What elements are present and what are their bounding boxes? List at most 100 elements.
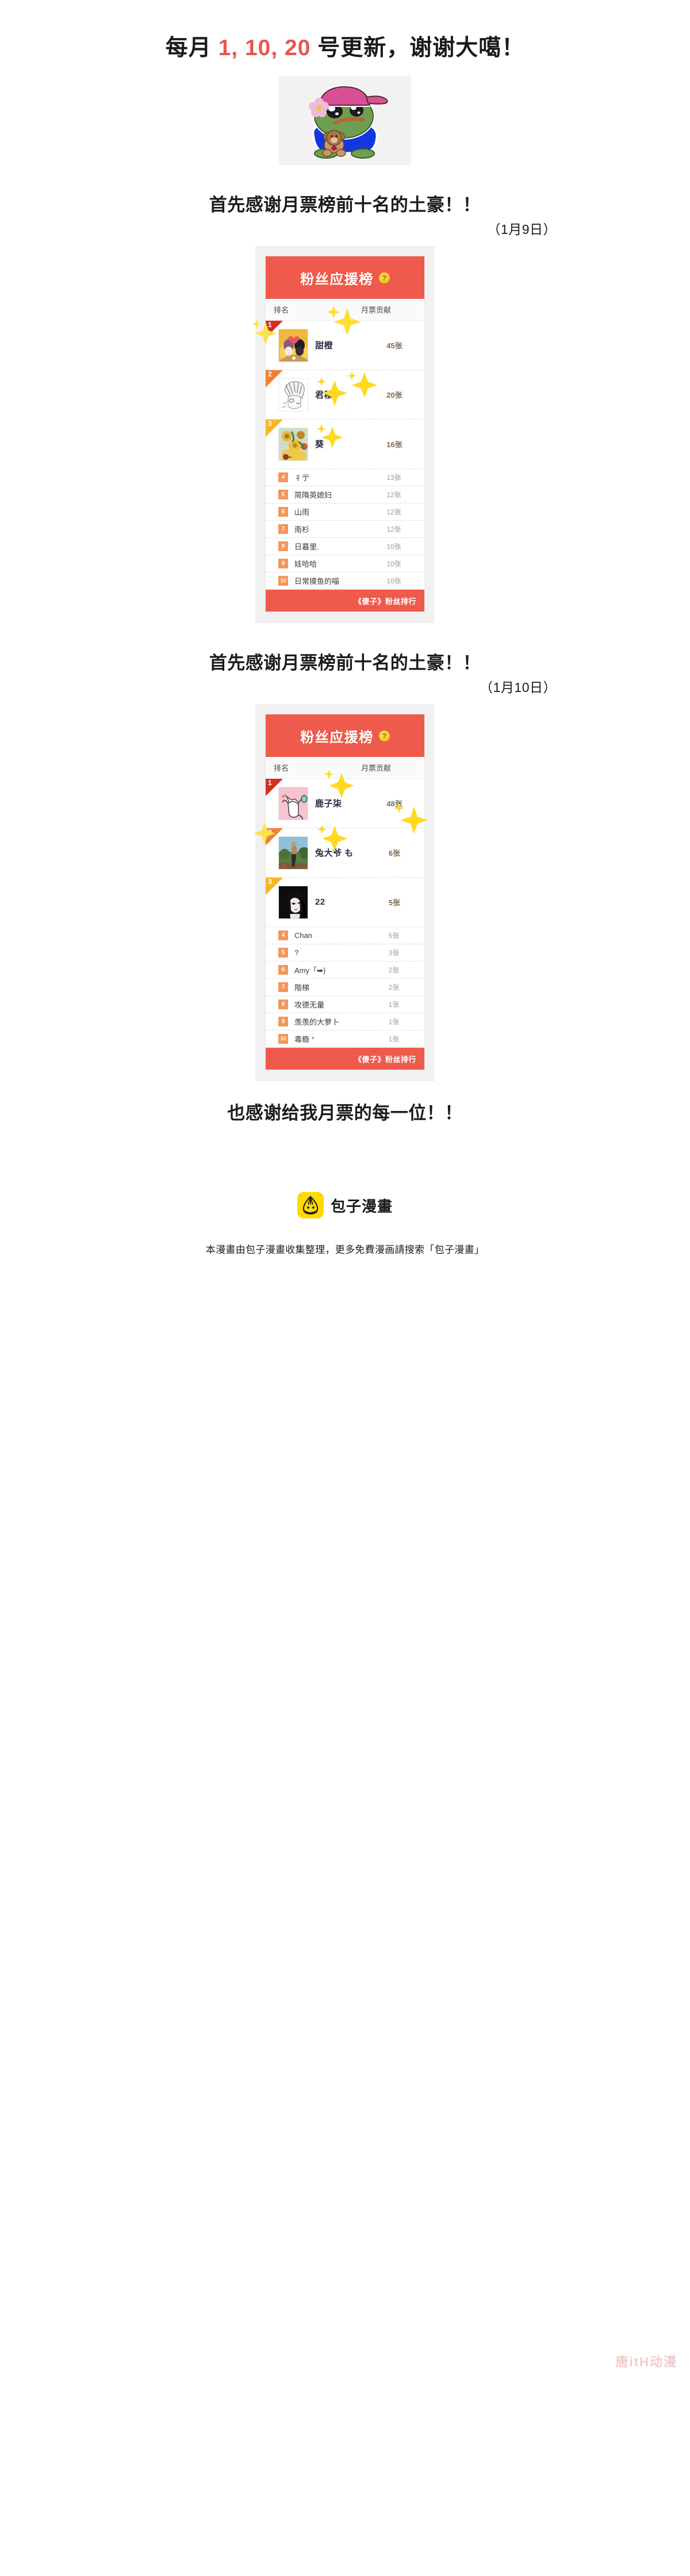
user-name: 南杉 (294, 525, 310, 534)
legal-notice-text: 本漫畫由包子漫畫收集整理，更多免費漫画請搜索「包子漫畫」 (205, 1244, 485, 1255)
user-name: Chan (294, 931, 313, 940)
pepe-frog-icon (309, 84, 388, 159)
closing-thanks-text: 也感谢给我月票的每一位！！ (227, 1103, 463, 1123)
column-votes-label: 月票贡献 (361, 764, 392, 772)
table-row[interactable]: 3 22 5张 (266, 878, 424, 927)
vote-count: 1张 (388, 1018, 400, 1026)
list-item[interactable]: 9 羡羡的大萝卜 1张 (266, 1013, 424, 1031)
frog-sticker-image (279, 76, 411, 165)
user-name: 甜橙 (315, 341, 334, 351)
list-item[interactable]: 7 階梯 2张 (266, 979, 424, 996)
list-item[interactable]: 7 南杉 12张 (266, 521, 424, 538)
list-item[interactable]: 8 日暮里. 10张 (266, 538, 424, 555)
user-name: 日暮里. (294, 543, 319, 551)
list-item[interactable]: 4 Chan 5张 (266, 927, 424, 944)
card-title-1: 粉丝应援榜 (300, 271, 374, 287)
table-row[interactable]: 2 兔大爷 も 6张 (266, 828, 424, 878)
list-item[interactable]: 6 山雨 12张 (266, 503, 424, 521)
brand-logo-row: 包子漫畫 (297, 1192, 393, 1218)
rank-badge: 4 (278, 472, 288, 482)
card-footer-2: 《傻子》粉丝排行 (266, 1048, 424, 1070)
user-name: 娃哈哈 (294, 560, 317, 568)
fan-ranking-card-1: 粉丝应援榜 ? 排名 月票贡献 1 甜橙 45张 2 君穆. 20张 3 葵 1… (252, 246, 435, 623)
card-footer-1: 《傻子》粉丝排行 (266, 590, 424, 612)
list-item[interactable]: 9 娃哈哈 10张 (266, 555, 424, 572)
section-heading-2: 首先感谢月票榜前十名的土豪！！ （1月10日） (132, 648, 558, 696)
vote-count: 3张 (388, 949, 400, 957)
card-title-2: 粉丝应援榜 (300, 729, 374, 745)
rank-number: 1 (268, 321, 272, 329)
watermark-text: 唐itH动漫 (615, 2355, 677, 2369)
vote-count: 5张 (388, 932, 400, 940)
ranking-card-body-2: 粉丝应援榜 ? 排名 月票贡献 1 鹿子柒 48张 2 兔大爷 も 6张 3 2… (266, 714, 424, 1070)
section-heading-1-line1: 首先感谢月票榜前十名的土豪！！ (209, 195, 481, 215)
user-name: Amy「➡) (294, 966, 326, 975)
vote-count: 1张 (388, 1035, 400, 1043)
list-item[interactable]: 10 日常摸鱼的喵 10张 (266, 572, 424, 590)
list-item[interactable]: 10 毒瘾 ° 1张 (266, 1031, 424, 1048)
brand-name-label: 包子漫畫 (330, 1197, 393, 1215)
sunflowers-painting-icon (279, 428, 308, 460)
rank-badge: 6 (278, 965, 288, 975)
rank-number: 2 (268, 828, 272, 836)
rank-number: 2 (268, 370, 272, 378)
column-header-2: 排名 月票贡献 (266, 757, 424, 779)
table-row[interactable]: 3 葵 16张 (266, 420, 424, 469)
rank-badge: 9 (278, 559, 288, 568)
headline-days: 1, 10, 20 (218, 36, 311, 60)
rank-badge: 8 (278, 541, 288, 551)
help-icon[interactable]: ? (378, 272, 390, 283)
vote-count: 10张 (386, 560, 401, 568)
vote-count: 12张 (386, 508, 401, 516)
section-heading-2-line1: 首先感谢月票榜前十名的土豪！！ (209, 653, 481, 673)
vote-count: 5张 (388, 898, 401, 907)
headline-prefix: 每月 (165, 36, 218, 60)
card-footer-label: 《傻子》粉丝排行 (354, 597, 416, 606)
user-name: 階梯 (294, 983, 310, 992)
user-name: 日常摸鱼的喵 (294, 577, 340, 586)
list-item[interactable]: 5 ? 3张 (266, 944, 424, 962)
rank-number: 1 (268, 779, 272, 787)
column-header-1: 排名 月票贡献 (266, 299, 424, 321)
user-name: 君穆. (315, 390, 336, 400)
rank-badge: 10 (278, 576, 288, 586)
user-name: ? (294, 948, 299, 957)
white-cat-pink-bg-icon (279, 787, 308, 820)
user-name: 简隋英媳妇 (294, 491, 332, 499)
rank-badge: 5 (278, 948, 288, 958)
rank-badge: 5 (278, 490, 288, 499)
fan-ranking-card-2: 粉丝应援榜 ? 排名 月票贡献 1 鹿子柒 48张 2 兔大爷 も 6张 3 2… (254, 704, 435, 1081)
table-row[interactable]: 2 君穆. 20张 (266, 370, 424, 420)
help-icon[interactable]: ? (378, 730, 390, 741)
section-heading-2-date: （1月10日） (480, 680, 557, 695)
user-name: 葵 (315, 440, 324, 449)
update-schedule-headline: 每月 1, 10, 20 号更新，谢谢大噶！ (166, 30, 524, 62)
column-rank-label: 排名 (274, 764, 289, 772)
list-item[interactable]: 5 简隋英媳妇 12张 (266, 486, 424, 503)
rank-badge: 10 (278, 1034, 288, 1044)
vote-count: 10张 (386, 543, 401, 551)
vote-count: 2张 (388, 983, 400, 991)
card-header-1: 粉丝应援榜 ? (266, 256, 424, 299)
vote-count: 10张 (386, 577, 401, 585)
section-heading-1: 首先感谢月票榜前十名的土豪！！ （1月9日） (132, 190, 558, 238)
person-garden-photo-icon (279, 836, 308, 869)
user-name: 山雨 (294, 508, 310, 517)
vote-count: 16张 (386, 440, 402, 449)
list-item[interactable]: 4 彳亍 13张 (266, 469, 424, 486)
rank-badge: 7 (278, 982, 288, 992)
couple-hearts-gold-icon (279, 329, 308, 362)
list-item[interactable]: 6 Amy「➡) 2张 (266, 962, 424, 979)
vote-count: 6张 (388, 849, 401, 858)
comic-page: 每月 1, 10, 20 号更新，谢谢大噶！ 首先感谢月票榜前十名的土豪！！ （… (0, 0, 690, 2576)
user-name: 攻德无量 (294, 1001, 325, 1009)
vote-count: 45张 (386, 341, 402, 350)
headline-suffix: 号更新，谢谢大噶！ (310, 36, 525, 60)
column-votes-label: 月票贡献 (361, 306, 392, 314)
list-item[interactable]: 8 攻德无量 1张 (266, 996, 424, 1013)
table-row[interactable]: 1 鹿子柒 48张 (266, 779, 424, 828)
user-name: 兔大爷 も (315, 848, 354, 858)
table-row[interactable]: 1 甜橙 45张 (266, 321, 424, 370)
user-name: 22 (315, 897, 325, 907)
bun-glyph (302, 1195, 319, 1215)
